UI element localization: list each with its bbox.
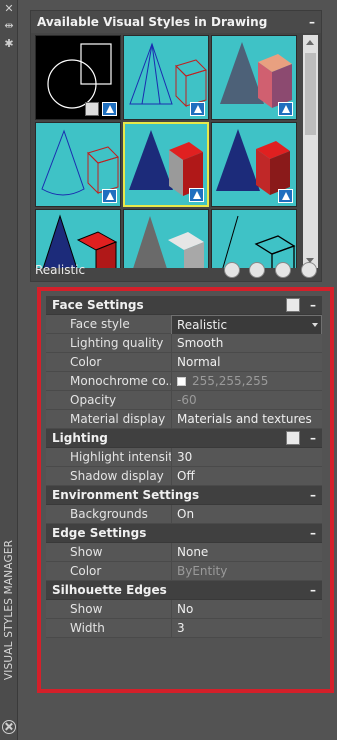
prop-color[interactable]: Color Normal bbox=[46, 353, 322, 372]
current-style-name: Realistic bbox=[35, 263, 86, 277]
lighting-toggle-icon[interactable] bbox=[286, 431, 300, 445]
prop-face-style[interactable]: Face style Realistic bbox=[46, 315, 322, 336]
style-tile-realistic[interactable] bbox=[123, 122, 209, 207]
autocad-style-icon bbox=[102, 102, 117, 116]
palette-title: VISUAL STYLES MANAGER bbox=[3, 539, 15, 681]
palette-title-bar: ✕ ⇹ ✱ VISUAL STYLES MANAGER bbox=[0, 0, 18, 740]
prop-highlight-intensity[interactable]: Highlight intensity 30 bbox=[46, 448, 322, 467]
prop-monochrome-color[interactable]: Monochrome co... 255,255,255 bbox=[46, 372, 322, 391]
prop-material-display[interactable]: Material display Materials and textures bbox=[46, 410, 322, 429]
apply-to-viewport-icon[interactable] bbox=[249, 262, 266, 278]
prop-edge-color[interactable]: Color ByEntity bbox=[46, 562, 322, 581]
prop-shadow-display[interactable]: Shadow display Off bbox=[46, 467, 322, 486]
collapse-edge-settings[interactable]: – bbox=[310, 524, 316, 543]
current-viewport-icon bbox=[85, 102, 99, 116]
gallery-title: Available Visual Styles in Drawing bbox=[37, 15, 268, 29]
style-tiles bbox=[35, 35, 299, 268]
delete-visual-style-icon[interactable] bbox=[301, 262, 317, 278]
collapse-environment-settings[interactable]: – bbox=[310, 486, 316, 505]
gallery-collapse-button[interactable]: – bbox=[309, 11, 315, 33]
chevron-down-icon[interactable] bbox=[312, 323, 318, 327]
close-palette-icon[interactable]: ✕ bbox=[3, 3, 15, 15]
scroll-thumb[interactable] bbox=[305, 53, 316, 135]
autohide-icon[interactable]: ⇹ bbox=[3, 20, 15, 32]
properties-icon[interactable]: ✱ bbox=[3, 38, 15, 50]
gallery-header[interactable]: Available Visual Styles in Drawing – bbox=[31, 11, 321, 33]
autocad-style-icon bbox=[190, 102, 205, 116]
section-edge-settings[interactable]: Edge Settings – bbox=[46, 524, 322, 543]
prop-lighting-quality[interactable]: Lighting quality Smooth bbox=[46, 334, 322, 353]
prop-edge-show[interactable]: Show None bbox=[46, 543, 322, 562]
section-lighting[interactable]: Lighting – bbox=[46, 429, 322, 448]
collapse-silhouette-edges[interactable]: – bbox=[310, 581, 316, 600]
style-tile-wireframe[interactable] bbox=[123, 35, 209, 120]
prop-opacity[interactable]: Opacity -60 bbox=[46, 391, 322, 410]
section-environment-settings[interactable]: Environment Settings – bbox=[46, 486, 322, 505]
face-settings-toggle-icon[interactable] bbox=[286, 298, 300, 312]
collapse-face-settings[interactable]: – bbox=[310, 296, 316, 315]
style-tile-shaded[interactable] bbox=[211, 122, 297, 207]
autocad-style-icon bbox=[189, 188, 204, 202]
style-tile-conceptual[interactable] bbox=[211, 35, 297, 120]
face-style-dropdown[interactable]: Realistic bbox=[171, 315, 322, 336]
palette-close-icon[interactable] bbox=[2, 720, 16, 734]
autocad-style-icon bbox=[102, 189, 117, 203]
collapse-lighting[interactable]: – bbox=[310, 429, 316, 448]
visual-style-properties: Face Settings – Face style Realistic Lig… bbox=[46, 296, 322, 638]
color-swatch bbox=[177, 377, 186, 386]
section-silhouette-edges[interactable]: Silhouette Edges – bbox=[46, 581, 322, 600]
export-to-tool-palette-icon[interactable] bbox=[275, 262, 292, 278]
section-face-settings[interactable]: Face Settings – bbox=[46, 296, 322, 315]
style-tile-2d-wireframe[interactable] bbox=[35, 35, 121, 120]
scroll-up-icon[interactable] bbox=[306, 40, 314, 45]
prop-silhouette-width[interactable]: Width 3 bbox=[46, 619, 322, 638]
autocad-style-icon bbox=[278, 189, 293, 203]
gallery-footer: Realistic bbox=[31, 259, 321, 281]
style-tile-hidden[interactable] bbox=[35, 122, 121, 207]
create-visual-style-icon[interactable] bbox=[223, 262, 240, 278]
visual-styles-gallery: Available Visual Styles in Drawing – Rea… bbox=[30, 10, 322, 282]
prop-backgrounds[interactable]: Backgrounds On bbox=[46, 505, 322, 524]
autocad-style-icon bbox=[278, 102, 293, 116]
prop-silhouette-show[interactable]: Show No bbox=[46, 600, 322, 619]
gallery-scrollbar[interactable] bbox=[303, 35, 318, 268]
